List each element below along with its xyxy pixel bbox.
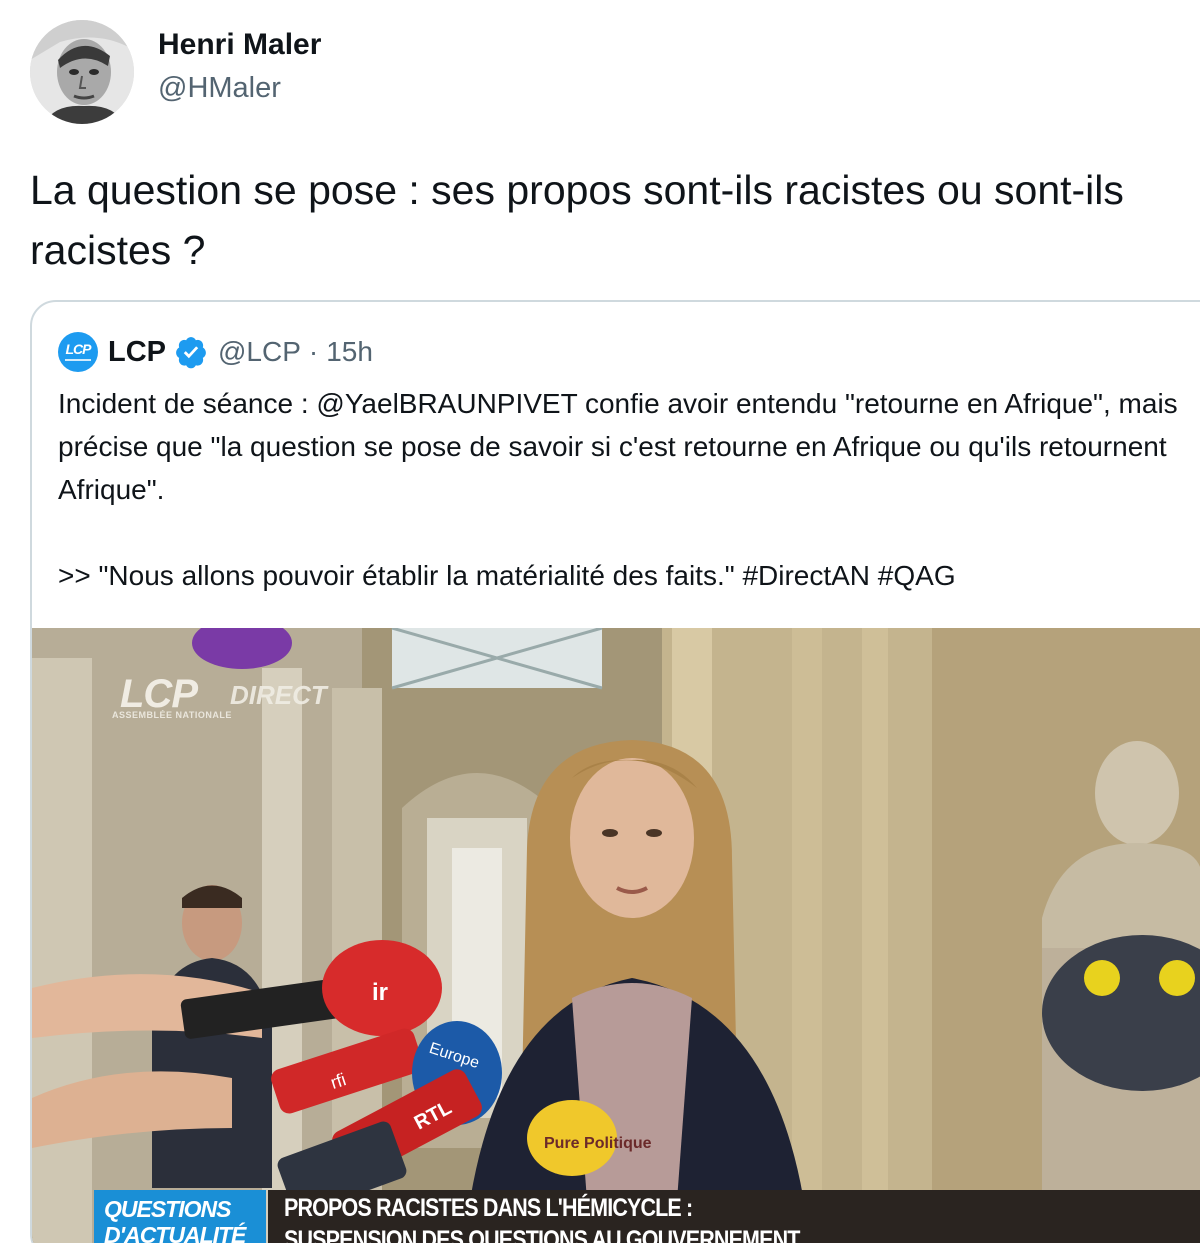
headline-line-2: SUSPENSION DES QUESTIONS AU GOUVERNEMENT xyxy=(284,1226,800,1243)
section-line-1: QUESTIONS xyxy=(104,1196,231,1222)
tweet[interactable]: Henri Maler @HMaler La question se pose … xyxy=(0,0,1200,1243)
quoted-author-handle[interactable]: @LCP xyxy=(218,336,301,368)
channel-logo-subtitle: ASSEMBLÉE NATIONALE xyxy=(112,710,232,720)
author-name[interactable]: Henri Maler xyxy=(158,28,321,62)
mic-label-ir: ir xyxy=(372,979,388,1006)
quoted-tweet-text: Incident de séance : @YaelBRAUNPIVET con… xyxy=(58,388,1178,591)
quoted-author-name[interactable]: LCP xyxy=(108,336,166,369)
headline-line-1: PROPOS RACISTES DANS L'HÉMICYCLE : xyxy=(284,1194,693,1222)
section-banner: QUESTIONS D'ACTUALITÉ xyxy=(94,1190,266,1243)
lcp-avatar-text: LCP xyxy=(65,341,92,357)
verified-badge-icon xyxy=(176,337,206,369)
dot-separator: · xyxy=(308,336,319,367)
quoted-tweet-card[interactable]: LCP LCP @LCP · 15h Incident de séance : … xyxy=(30,300,1200,1243)
quoted-timestamp[interactable]: 15h xyxy=(326,336,373,368)
author-avatar[interactable] xyxy=(30,20,134,124)
quoted-tweet-header: LCP LCP @LCP · 15h xyxy=(58,332,373,372)
tweet-text: La question se pose : ses propos sont-il… xyxy=(30,167,1124,273)
mic-label-pure: Pure Politique xyxy=(544,1135,652,1152)
quoted-video[interactable]: ir Europe RTL rfi Pure Politique LCP ASS… xyxy=(32,628,1200,1243)
live-label: DIRECT xyxy=(230,680,327,710)
section-line-2: D'ACTUALITÉ xyxy=(104,1222,246,1243)
headline-banner: PROPOS RACISTES DANS L'HÉMICYCLE : SUSPE… xyxy=(268,1190,1200,1243)
video-frame: ir Europe RTL rfi Pure Politique xyxy=(32,628,1200,1243)
author-handle[interactable]: @HMaler xyxy=(158,72,281,105)
lcp-avatar[interactable]: LCP xyxy=(58,332,98,372)
